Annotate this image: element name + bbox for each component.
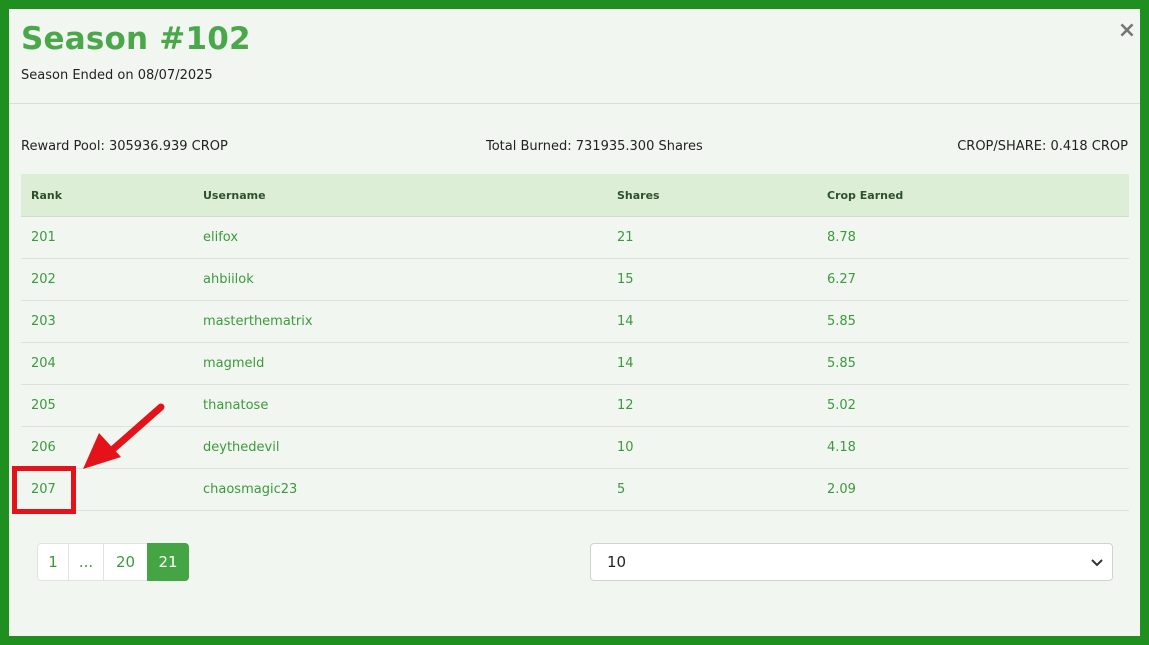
cell-shares: 14 <box>617 314 634 329</box>
header-crop-earned: Crop Earned <box>827 188 904 202</box>
cell-username: chaosmagic23 <box>203 482 298 497</box>
modal-subtitle: Season Ended on 08/07/2025 <box>21 68 213 83</box>
cell-rank: 204 <box>31 356 56 371</box>
cell-shares: 10 <box>617 440 634 455</box>
table-header: Rank Username Shares Crop Earned <box>21 174 1129 217</box>
table-row: 203 masterthematrix 14 5.85 <box>21 301 1129 343</box>
highlight-box <box>12 466 76 514</box>
cell-crop-earned: 5.02 <box>827 398 856 413</box>
pagination: 1 ... 20 21 <box>37 543 189 581</box>
page-ellipsis: ... <box>68 543 104 581</box>
season-modal: Season #102 Season Ended on 08/07/2025 ×… <box>9 9 1140 636</box>
cell-rank: 203 <box>31 314 56 329</box>
modal-title: Season #102 <box>21 21 251 57</box>
cell-shares: 12 <box>617 398 634 413</box>
cell-username: magmeld <box>203 356 265 371</box>
total-burned: Total Burned: 731935.300 Shares <box>486 139 703 154</box>
cell-rank: 201 <box>31 230 56 245</box>
cell-shares: 15 <box>617 272 634 287</box>
crop-per-share: CROP/SHARE: 0.418 CROP <box>957 139 1128 154</box>
cell-crop-earned: 8.78 <box>827 230 856 245</box>
cell-shares: 5 <box>617 482 626 497</box>
cell-username: thanatose <box>203 398 269 413</box>
chevron-down-icon <box>1091 559 1103 567</box>
header-username: Username <box>203 188 266 202</box>
page-size-select[interactable]: 10 <box>590 543 1113 581</box>
cell-crop-earned: 5.85 <box>827 314 856 329</box>
stats-bar: Reward Pool: 305936.939 CROP Total Burne… <box>21 139 1128 159</box>
cell-crop-earned: 6.27 <box>827 272 856 287</box>
page-20-button[interactable]: 20 <box>103 543 148 581</box>
modal-header: Season #102 Season Ended on 08/07/2025 × <box>9 9 1140 104</box>
screenshot-frame: Season #102 Season Ended on 08/07/2025 ×… <box>0 0 1149 645</box>
header-shares: Shares <box>617 188 660 202</box>
table-row: 204 magmeld 14 5.85 <box>21 343 1129 385</box>
table-row: 201 elifox 21 8.78 <box>21 217 1129 259</box>
page-21-button[interactable]: 21 <box>147 543 189 581</box>
cell-crop-earned: 5.85 <box>827 356 856 371</box>
cell-username: deythedevil <box>203 440 280 455</box>
cell-shares: 21 <box>617 230 634 245</box>
page-1-button[interactable]: 1 <box>37 543 69 581</box>
table-row: 206 deythedevil 10 4.18 <box>21 427 1129 469</box>
cell-username: elifox <box>203 230 239 245</box>
leaderboard-table: Rank Username Shares Crop Earned 201 eli… <box>21 174 1129 511</box>
cell-username: masterthematrix <box>203 314 313 329</box>
page-size-value: 10 <box>607 553 627 571</box>
table-row: 202 ahbiilok 15 6.27 <box>21 259 1129 301</box>
cell-shares: 14 <box>617 356 634 371</box>
cell-crop-earned: 4.18 <box>827 440 856 455</box>
table-row: 207 chaosmagic23 5 2.09 <box>21 469 1129 511</box>
reward-pool: Reward Pool: 305936.939 CROP <box>21 139 228 154</box>
cell-rank: 202 <box>31 272 56 287</box>
arrow-icon <box>83 403 165 469</box>
close-icon[interactable]: × <box>1117 20 1137 42</box>
header-rank: Rank <box>31 188 63 202</box>
cell-crop-earned: 2.09 <box>827 482 856 497</box>
cell-username: ahbiilok <box>203 272 254 287</box>
table-row: 205 thanatose 12 5.02 <box>21 385 1129 427</box>
